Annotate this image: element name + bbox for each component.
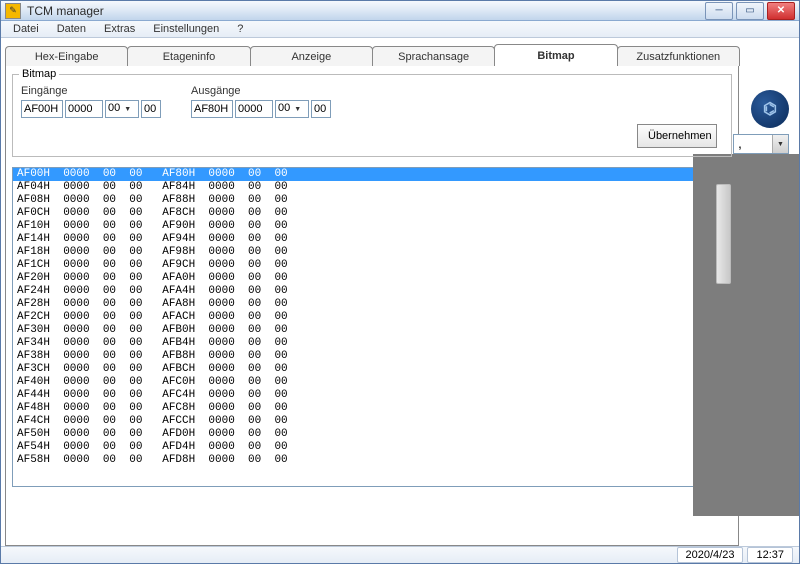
titlebar: ✎ TCM manager ─ ▭ ✕ bbox=[1, 1, 799, 21]
data-row[interactable]: AF10H 0000 00 00 AF90H 0000 00 00 bbox=[13, 220, 715, 233]
chevron-down-icon[interactable] bbox=[122, 101, 138, 117]
data-row[interactable]: AF0CH 0000 00 00 AF8CH 0000 00 00 bbox=[13, 207, 715, 220]
data-row[interactable]: AF4CH 0000 00 00 AFCCH 0000 00 00 bbox=[13, 415, 715, 428]
out-addr-input[interactable] bbox=[191, 100, 233, 118]
data-list-wrap: AF00H 0000 00 00 AF80H 0000 00 00AF04H 0… bbox=[12, 167, 732, 487]
data-row[interactable]: AF18H 0000 00 00 AF98H 0000 00 00 bbox=[13, 246, 715, 259]
data-row[interactable]: AF08H 0000 00 00 AF88H 0000 00 00 bbox=[13, 194, 715, 207]
window-title: TCM manager bbox=[27, 4, 705, 18]
in-word-input[interactable] bbox=[65, 100, 103, 118]
data-row[interactable]: AF54H 0000 00 00 AFD4H 0000 00 00 bbox=[13, 441, 715, 454]
in-byte-input[interactable] bbox=[141, 100, 161, 118]
statusbar: 2020/4/23 12:37 bbox=[1, 546, 799, 563]
status-date: 2020/4/23 bbox=[677, 547, 744, 563]
data-row[interactable]: AF30H 0000 00 00 AFB0H 0000 00 00 bbox=[13, 324, 715, 337]
menu-item-extras[interactable]: Extras bbox=[96, 21, 143, 37]
menu-item-datei[interactable]: Datei bbox=[5, 21, 47, 37]
app-window: ✎ TCM manager ─ ▭ ✕ DateiDatenExtrasEins… bbox=[0, 0, 800, 564]
inputs-label: Eingänge bbox=[21, 85, 161, 97]
outputs-label: Ausgänge bbox=[191, 85, 331, 97]
data-row[interactable]: AF24H 0000 00 00 AFA4H 0000 00 00 bbox=[13, 285, 715, 298]
out-byte-input[interactable] bbox=[311, 100, 331, 118]
in-sel-dropdown[interactable]: 00 bbox=[105, 100, 139, 118]
data-row[interactable]: AF00H 0000 00 00 AF80H 0000 00 00 bbox=[13, 168, 715, 181]
data-row[interactable]: AF1CH 0000 00 00 AF9CH 0000 00 00 bbox=[13, 259, 715, 272]
content-area: Hex-EingabeEtageninfoAnzeigeSprachansage… bbox=[1, 38, 799, 546]
out-word-input[interactable] bbox=[235, 100, 273, 118]
data-row[interactable]: AF28H 0000 00 00 AFA8H 0000 00 00 bbox=[13, 298, 715, 311]
tab-sprachansage[interactable]: Sprachansage bbox=[372, 46, 495, 66]
data-row[interactable]: AF3CH 0000 00 00 AFBCH 0000 00 00 bbox=[13, 363, 715, 376]
apply-button[interactable]: Übernehmen bbox=[637, 124, 717, 148]
data-row[interactable]: AF34H 0000 00 00 AFB4H 0000 00 00 bbox=[13, 337, 715, 350]
tab-zusatzfunktionen[interactable]: Zusatzfunktionen bbox=[617, 46, 740, 66]
bitmap-data-list[interactable]: AF00H 0000 00 00 AF80H 0000 00 00AF04H 0… bbox=[12, 167, 716, 487]
tab-anzeige[interactable]: Anzeige bbox=[250, 46, 373, 66]
inputs-col: Eingänge 00 bbox=[21, 85, 161, 118]
data-row[interactable]: AF50H 0000 00 00 AFD0H 0000 00 00 bbox=[13, 428, 715, 441]
data-row[interactable]: AF14H 0000 00 00 AF94H 0000 00 00 bbox=[13, 233, 715, 246]
maximize-button[interactable]: ▭ bbox=[736, 2, 764, 20]
tab-panel-bitmap: Bitmap Eingänge 00 bbox=[5, 66, 739, 546]
side-gray-panel bbox=[693, 154, 799, 516]
chevron-down-icon[interactable] bbox=[292, 101, 308, 117]
data-row[interactable]: AF04H 0000 00 00 AF84H 0000 00 00 bbox=[13, 181, 715, 194]
data-row[interactable]: AF40H 0000 00 00 AFC0H 0000 00 00 bbox=[13, 376, 715, 389]
status-time: 12:37 bbox=[747, 547, 793, 563]
menubar: DateiDatenExtrasEinstellungen? bbox=[1, 21, 799, 38]
outputs-col: Ausgänge 00 bbox=[191, 85, 331, 118]
data-row[interactable]: AF2CH 0000 00 00 AFACH 0000 00 00 bbox=[13, 311, 715, 324]
chevron-down-icon[interactable] bbox=[772, 135, 788, 153]
tabs-row: Hex-EingabeEtageninfoAnzeigeSprachansage… bbox=[5, 42, 739, 66]
bitmap-group: Bitmap Eingänge 00 bbox=[12, 74, 732, 157]
side-dropdown[interactable]: , bbox=[733, 134, 789, 154]
brand-logo: ⌬ bbox=[751, 90, 789, 128]
out-sel-dropdown[interactable]: 00 bbox=[275, 100, 309, 118]
data-row[interactable]: AF48H 0000 00 00 AFC8H 0000 00 00 bbox=[13, 402, 715, 415]
tab-hex-eingabe[interactable]: Hex-Eingabe bbox=[5, 46, 128, 66]
menu-item-einstellungen[interactable]: Einstellungen bbox=[145, 21, 227, 37]
app-icon: ✎ bbox=[5, 3, 21, 19]
minimize-button[interactable]: ─ bbox=[705, 2, 733, 20]
data-row[interactable]: AF58H 0000 00 00 AFD8H 0000 00 00 bbox=[13, 454, 715, 467]
menu-item-daten[interactable]: Daten bbox=[49, 21, 94, 37]
close-button[interactable]: ✕ bbox=[767, 2, 795, 20]
group-legend: Bitmap bbox=[19, 68, 59, 80]
data-row[interactable]: AF20H 0000 00 00 AFA0H 0000 00 00 bbox=[13, 272, 715, 285]
menu-item-?[interactable]: ? bbox=[229, 21, 251, 37]
data-row[interactable]: AF44H 0000 00 00 AFC4H 0000 00 00 bbox=[13, 389, 715, 402]
scrollbar[interactable]: ▲ ▼ bbox=[716, 167, 732, 487]
data-row[interactable]: AF38H 0000 00 00 AFB8H 0000 00 00 bbox=[13, 350, 715, 363]
tab-etageninfo[interactable]: Etageninfo bbox=[127, 46, 250, 66]
tab-bitmap[interactable]: Bitmap bbox=[494, 44, 617, 66]
in-addr-input[interactable] bbox=[21, 100, 63, 118]
scroll-thumb[interactable] bbox=[716, 184, 731, 284]
